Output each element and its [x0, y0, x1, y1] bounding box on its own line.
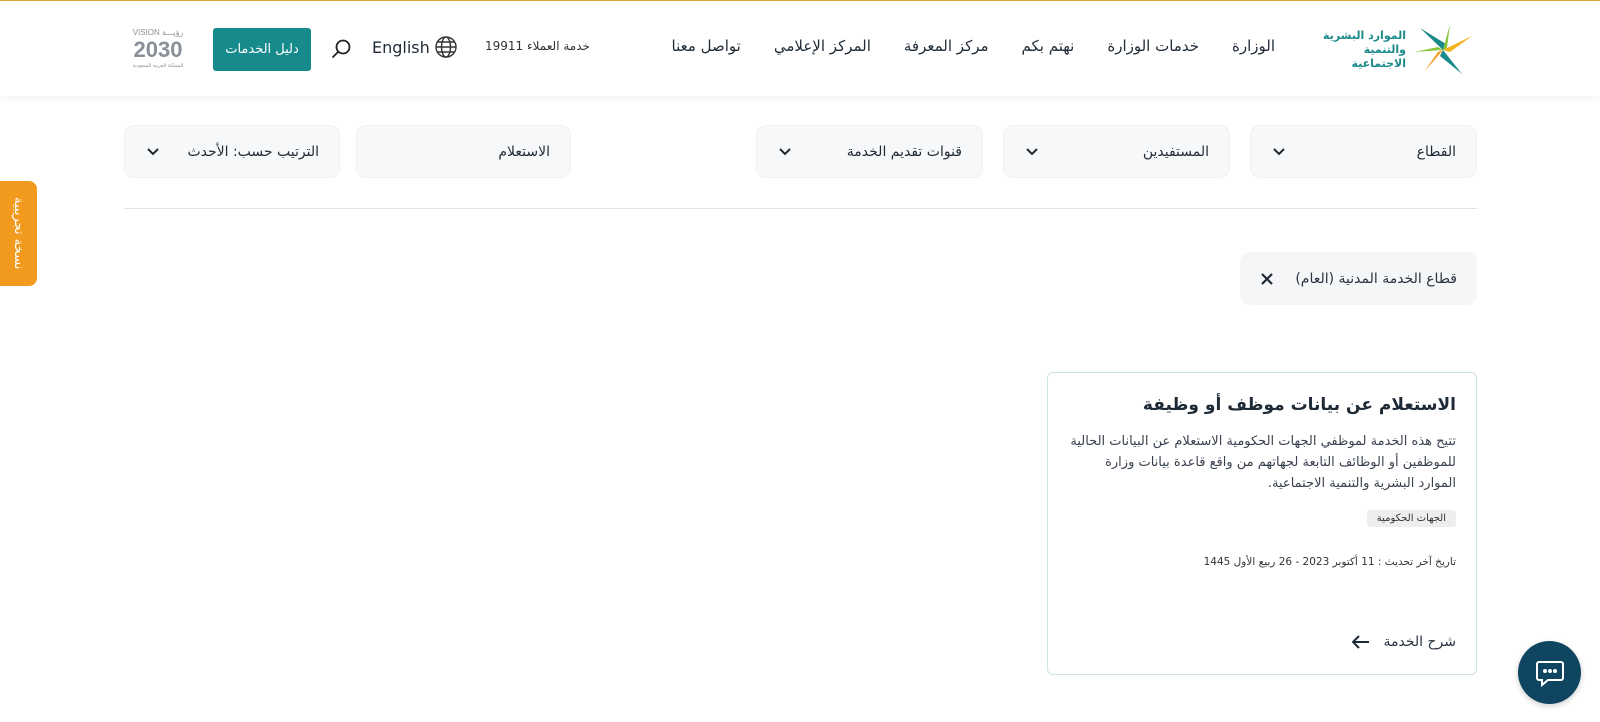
channels-filter[interactable]: قنوات تقديم الخدمة: [756, 125, 983, 178]
service-card[interactable]: الاستعلام عن بيانات موظف أو وظيفة تتيح ه…: [1047, 372, 1477, 675]
ministry-emblem-icon: [1414, 24, 1472, 74]
beneficiaries-filter-label: المستفيدين: [1142, 143, 1209, 160]
ministry-logo[interactable]: الموارد البشرية والتنمية الاجتماعية: [1306, 21, 1478, 79]
search-input-value: الاستعلام: [498, 143, 550, 160]
beta-version-tab[interactable]: نسخة تجريبية: [0, 181, 37, 286]
sort-dropdown[interactable]: الترتيب حسب: الأحدث: [124, 125, 340, 178]
search-icon[interactable]: [330, 38, 352, 60]
service-tag: الجهات الحكومية: [1366, 510, 1456, 527]
sector-filter-label: القطاع: [1416, 143, 1456, 160]
logo-line2: والتنمية الاجتماعية: [1351, 43, 1406, 70]
svg-text:2030: 2030: [134, 37, 183, 62]
service-card-description: تتيح هذه الخدمة لموظفي الجهات الحكومية ا…: [1070, 434, 1456, 491]
arrow-left-icon: [1351, 635, 1369, 649]
beneficiaries-filter[interactable]: المستفيدين: [1003, 125, 1230, 178]
search-input[interactable]: الاستعلام: [356, 125, 571, 178]
nav-we-care[interactable]: نهتم بكم: [1022, 37, 1075, 61]
sector-filter[interactable]: القطاع: [1250, 125, 1477, 178]
globe-icon: [435, 36, 457, 58]
chevron-down-icon: [779, 147, 791, 155]
chat-button[interactable]: [1518, 641, 1581, 704]
chevron-down-icon: [147, 147, 159, 155]
service-card-title[interactable]: الاستعلام عن بيانات موظف أو وظيفة: [1068, 395, 1456, 415]
active-filter-chip: قطاع الخدمة المدنية (العام): [1240, 252, 1477, 305]
nav-media-center[interactable]: المركز الإعلامي: [774, 37, 871, 61]
chat-icon: [1535, 660, 1564, 687]
svg-text:VISION رؤيـــة: VISION رؤيـــة: [133, 28, 184, 37]
nav-ministry-services[interactable]: خدمات الوزارة: [1107, 37, 1199, 61]
chevron-down-icon: [1026, 147, 1038, 155]
site-header: الموارد البشرية والتنمية الاجتماعية الوز…: [0, 1, 1600, 96]
beta-version-label: نسخة تجريبية: [11, 197, 26, 270]
nav-knowledge-center[interactable]: مركز المعرفة: [904, 37, 989, 61]
service-explain-link[interactable]: شرح الخدمة: [1351, 634, 1457, 650]
language-label: English: [372, 37, 430, 57]
language-switch[interactable]: English: [372, 35, 458, 59]
chevron-down-icon: [1273, 147, 1285, 155]
customer-service-link[interactable]: خدمة العملاء 19911: [485, 39, 590, 53]
main-nav: الوزارة خدمات الوزارة نهتم بكم مركز المع…: [672, 37, 1275, 61]
nav-ministry[interactable]: الوزارة: [1232, 37, 1275, 61]
close-icon[interactable]: [1260, 272, 1274, 286]
vision-2030-icon: VISION رؤيـــة 2030 المملكة العربية السع…: [133, 28, 184, 69]
active-filter-label: قطاع الخدمة المدنية (العام): [1295, 270, 1457, 287]
svg-text:المملكة العربية السعودية: المملكة العربية السعودية: [133, 63, 184, 69]
services-guide-button[interactable]: دليل الخدمات: [213, 28, 311, 71]
sort-dropdown-label: الترتيب حسب: الأحدث: [187, 143, 319, 160]
last-updated: تاريخ آخر تحديث : 11 أكتوبر 2023 - 26 رب…: [1203, 556, 1456, 568]
logo-line1: الموارد البشرية: [1323, 29, 1406, 42]
filters-divider: [124, 208, 1477, 209]
vision-2030-logo: VISION رؤيـــة 2030 المملكة العربية السع…: [124, 25, 192, 73]
service-explain-label: شرح الخدمة: [1383, 634, 1457, 650]
channels-filter-label: قنوات تقديم الخدمة: [846, 143, 962, 160]
nav-contact-us[interactable]: تواصل معنا: [672, 37, 741, 61]
